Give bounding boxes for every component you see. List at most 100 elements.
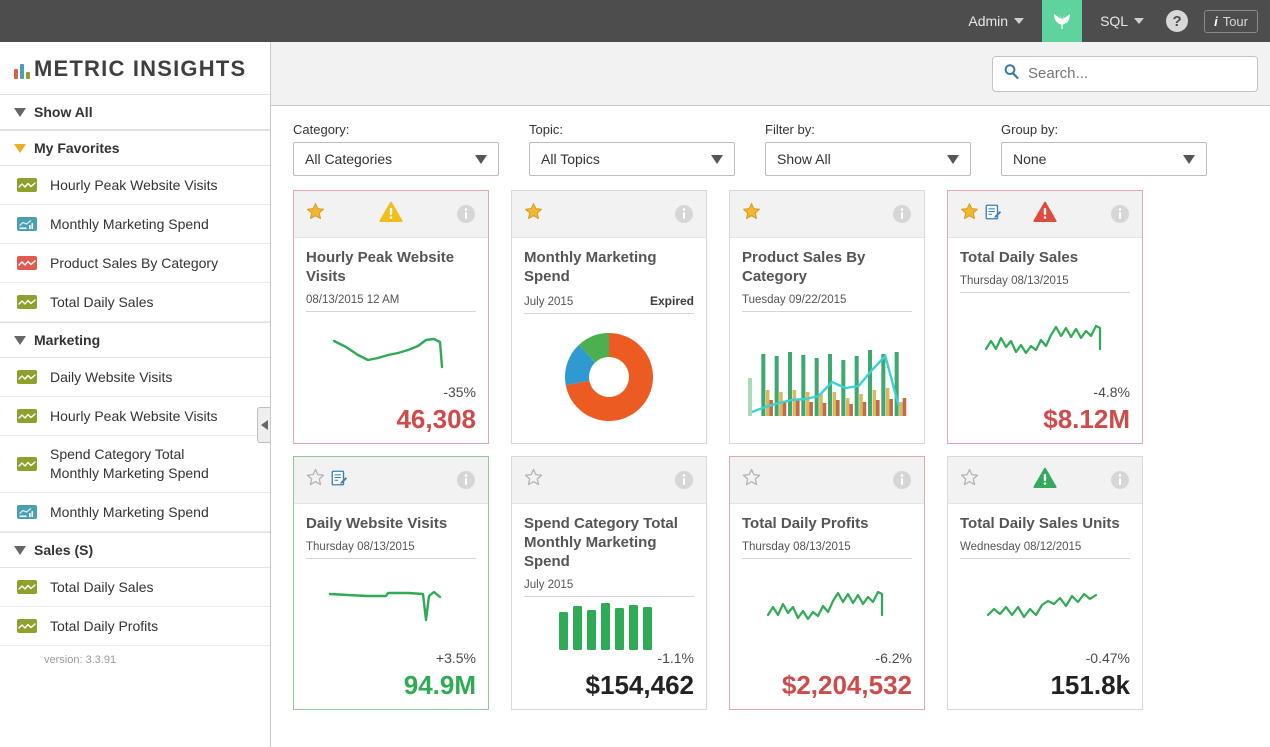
tour-button[interactable]: i Tour [1204, 10, 1258, 33]
filter-label: Topic: [529, 122, 735, 137]
sidebar-group-my-favorites[interactable]: My Favorites [0, 130, 270, 166]
tile-card[interactable]: Spend Category Total Monthly Marketing S… [511, 456, 707, 710]
sparkline-tile-icon [14, 292, 40, 312]
sidebar-item-monthly-marketing-spend[interactable]: Monthly Marketing Spend [0, 493, 270, 532]
sql-menu[interactable]: SQL [1088, 0, 1156, 42]
sidebar-group-marketing[interactable]: Marketing [0, 322, 270, 358]
sidebar-item-total-daily-profits[interactable]: Total Daily Profits [0, 607, 270, 646]
admin-menu-label: Admin [968, 13, 1008, 29]
star-filled-icon[interactable] [524, 202, 543, 226]
sparkline-tile-icon [14, 406, 40, 426]
brand-logo[interactable]: METRIC INSIGHTS [0, 42, 270, 94]
tile-card[interactable]: Hourly Peak Website Visits 08/13/2015 12… [293, 190, 489, 444]
category-selected-value: All Categories [305, 151, 392, 167]
info-icon[interactable] [1110, 470, 1130, 490]
sidebar-item-label: Monthly Marketing Spend [50, 215, 209, 234]
chevron-down-icon [711, 155, 723, 164]
topic-select[interactable]: All Topics [529, 142, 735, 176]
star-filled-icon[interactable] [742, 202, 761, 226]
tile-header [294, 457, 488, 504]
tile-change-percent: +3.5% [306, 650, 476, 666]
info-icon[interactable] [674, 470, 694, 490]
topic-selected-value: All Topics [541, 151, 600, 167]
star-outline-icon[interactable] [742, 468, 761, 492]
sidebar-group-sales-s[interactable]: Sales (S) [0, 532, 270, 568]
tile-header [948, 457, 1142, 504]
sidebar-item-spend-category-total-monthly-marketing-spend[interactable]: Spend Category Total Monthly Marketing S… [0, 436, 270, 493]
admin-menu[interactable]: Admin [956, 0, 1036, 42]
group-by-select[interactable]: None [1001, 142, 1207, 176]
tile-chart-combo-bars [742, 312, 912, 435]
star-filled-icon[interactable] [960, 202, 979, 226]
sidebar-item-total-daily-sales[interactable]: Total Daily Sales [0, 283, 270, 322]
tile-header [948, 191, 1142, 238]
note-icon[interactable] [330, 469, 348, 492]
star-outline-icon[interactable] [960, 468, 979, 492]
search-box[interactable] [992, 56, 1258, 92]
filter-bar: Category:All Categories Topic: All Topics F… [293, 122, 1252, 176]
info-icon[interactable] [456, 470, 476, 490]
sidebar-item-label: Total Daily Sales [50, 578, 154, 597]
tile-header-left [524, 202, 543, 226]
info-icon[interactable] [1110, 204, 1130, 224]
sparkline-tile-icon [14, 454, 40, 474]
sidebar-item-label: Hourly Peak Website Visits [50, 407, 218, 426]
star-outline-icon[interactable] [306, 468, 325, 492]
sidebar-group-label: Sales (S) [34, 542, 93, 558]
tile-change-percent: -0.47% [960, 650, 1130, 666]
info-icon[interactable] [892, 204, 912, 224]
category-select[interactable]: All Categories [293, 142, 499, 176]
star-filled-icon[interactable] [306, 202, 325, 226]
warning-triangle-icon[interactable] [379, 201, 403, 228]
tile-header-status [1033, 201, 1057, 228]
info-icon[interactable] [892, 470, 912, 490]
tile-card[interactable]: Total Daily Sales Thursday 08/13/2015 -4… [947, 190, 1143, 444]
tile-date: 08/13/2015 12 AM [306, 294, 399, 306]
tile-header-left [306, 468, 348, 492]
top-navigation-bar: Admin SQL ? i Tour [0, 0, 1270, 42]
note-icon[interactable] [984, 203, 1002, 226]
sidebar-item-label: Monthly Marketing Spend [50, 503, 209, 522]
search-input[interactable] [1028, 65, 1247, 82]
tile-card[interactable]: Product Sales By Category Tuesday 09/22/… [729, 190, 925, 444]
sidebar-item-hourly-peak-website-visits[interactable]: Hourly Peak Website Visits [0, 166, 270, 205]
ok-triangle-icon[interactable] [1033, 467, 1057, 494]
sidebar-item-daily-website-visits[interactable]: Daily Website Visits [0, 358, 270, 397]
sidebar-item-total-daily-sales[interactable]: Total Daily Sales [0, 568, 270, 607]
tile-change-percent: -35% [306, 384, 476, 400]
sidebar-item-show-all[interactable]: Show All [0, 94, 270, 130]
star-outline-icon[interactable] [524, 468, 543, 492]
filter-label: Filter by: [765, 122, 971, 137]
tile-card[interactable]: Daily Website Visits Thursday 08/13/2015… [293, 456, 489, 710]
tile-body: Total Daily Sales Thursday 08/13/2015 -4… [948, 238, 1142, 443]
info-icon[interactable] [456, 204, 476, 224]
help-icon[interactable]: ? [1166, 10, 1188, 32]
sparkline-tile-icon [14, 577, 40, 597]
tile-footer: -4.8% $8.12M [960, 384, 1130, 435]
tile-card[interactable]: Total Daily Profits Thursday 08/13/2015 … [729, 456, 925, 710]
bird-logo-icon[interactable] [1042, 0, 1082, 42]
tile-card[interactable]: Monthly Marketing Spend July 2015 Expire… [511, 190, 707, 444]
tile-chart-donut [524, 314, 694, 435]
filter-by-select[interactable]: Show All [765, 142, 971, 176]
tile-header-left [960, 202, 1002, 226]
filter-category: Category:All Categories [293, 122, 499, 176]
tile-footer: -35% 46,308 [306, 384, 476, 435]
tile-card[interactable]: Total Daily Sales Units Wednesday 08/12/… [947, 456, 1143, 710]
main-panel: Category:All Categories Topic: All Topics F… [271, 42, 1270, 747]
tile-date-row: Tuesday 09/22/2015 [742, 294, 912, 312]
sidebar-item-label: Product Sales By Category [50, 254, 218, 273]
sidebar-item-product-sales-by-category[interactable]: Product Sales By Category [0, 244, 270, 283]
tile-title: Total Daily Sales [960, 248, 1130, 267]
tile-title: Total Daily Sales Units [960, 514, 1130, 533]
sidebar-item-monthly-marketing-spend[interactable]: Monthly Marketing Spend [0, 205, 270, 244]
chevron-down-icon [947, 155, 959, 164]
filter-group-by: Group by:None [1001, 122, 1207, 176]
sidebar-collapse-handle[interactable] [257, 407, 271, 443]
tile-chart-sparkline-flat-drop [306, 559, 476, 650]
tile-header [512, 191, 706, 238]
alert-triangle-icon[interactable] [1033, 201, 1057, 228]
sql-menu-label: SQL [1100, 13, 1128, 29]
info-icon[interactable] [674, 204, 694, 224]
sidebar-item-hourly-peak-website-visits[interactable]: Hourly Peak Website Visits [0, 397, 270, 436]
